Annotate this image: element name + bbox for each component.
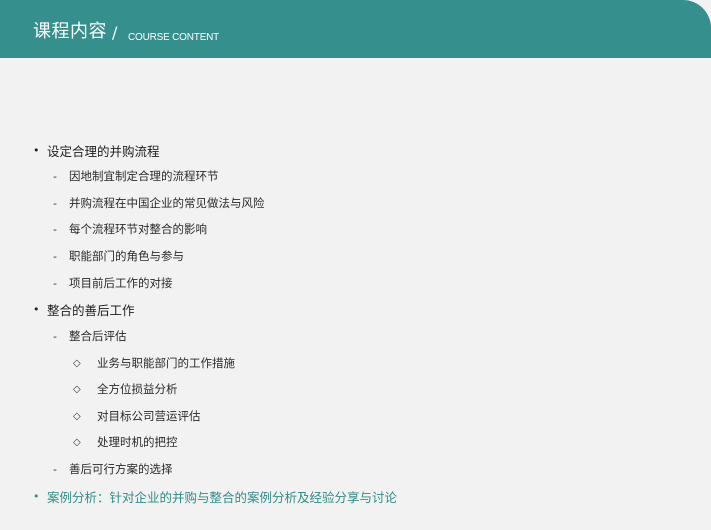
- outline-item-text: 处理时机的把控: [97, 435, 178, 449]
- outline-item-level1: • 整合的善后工作: [33, 300, 135, 319]
- outline-item-text: 整合后评估: [69, 329, 127, 343]
- slide: 课程内容 / COURSE CONTENT • 设定合理的并购流程 - 因地制宜…: [0, 0, 711, 530]
- bullet-marker: •: [33, 303, 40, 316]
- outline-item-level2: - 善后可行方案的选择: [53, 461, 173, 477]
- header-bar: 课程内容 / COURSE CONTENT: [0, 0, 711, 58]
- outline-item-level3: ◇ 处理时机的把控: [73, 434, 178, 450]
- dash-marker: -: [53, 249, 57, 263]
- outline-item-text: 项目前后工作的对接: [69, 276, 173, 290]
- bullet-marker: •: [33, 490, 40, 503]
- outline-item-level1-highlight: • 案例分析：针对企业的并购与整合的案例分析及经验分享与讨论: [33, 487, 397, 506]
- outline-item-level2: - 职能部门的角色与参与: [53, 248, 184, 264]
- outline-item-text: 每个流程环节对整合的影响: [69, 222, 207, 236]
- page-title: 课程内容: [33, 21, 107, 42]
- outline-item-text: 职能部门的角色与参与: [69, 249, 184, 263]
- outline-item-level2: - 并购流程在中国企业的常见做法与风险: [53, 195, 265, 211]
- outline-item-text: 全方位损益分析: [97, 382, 178, 396]
- bullet-marker: •: [33, 144, 40, 157]
- outline-item-text: 因地制宜制定合理的流程环节: [69, 169, 219, 183]
- outline-item-level2: - 因地制宜制定合理的流程环节: [53, 168, 219, 184]
- outline-item-level2: - 项目前后工作的对接: [53, 275, 173, 291]
- outline-item-level3: ◇ 全方位损益分析: [73, 381, 178, 397]
- dash-marker: -: [53, 196, 57, 210]
- diamond-marker: ◇: [73, 357, 81, 369]
- diamond-marker: ◇: [73, 410, 81, 422]
- outline-item-text: 案例分析：针对企业的并购与整合的案例分析及经验分享与讨论: [47, 490, 398, 505]
- outline-item-level2: - 整合后评估: [53, 328, 127, 344]
- outline-item-text: 善后可行方案的选择: [69, 462, 173, 476]
- outline-item-text: 对目标公司营运评估: [97, 409, 201, 423]
- dash-marker: -: [53, 329, 57, 343]
- title-separator: /: [112, 23, 118, 42]
- dash-marker: -: [53, 169, 57, 183]
- dash-marker: -: [53, 222, 57, 236]
- outline-item-text: 设定合理的并购流程: [47, 144, 160, 159]
- outline-item-level3: ◇ 对目标公司营运评估: [73, 408, 201, 424]
- page-subtitle: COURSE CONTENT: [128, 32, 220, 43]
- outline-item-level2: - 每个流程环节对整合的影响: [53, 221, 207, 237]
- diamond-marker: ◇: [73, 383, 81, 395]
- outline-item-level3: ◇ 业务与职能部门的工作措施: [73, 355, 235, 371]
- diamond-marker: ◇: [73, 436, 81, 448]
- outline-item-level1: • 设定合理的并购流程: [33, 141, 160, 160]
- outline-item-text: 并购流程在中国企业的常见做法与风险: [69, 196, 265, 210]
- outline-item-text: 业务与职能部门的工作措施: [97, 356, 235, 370]
- dash-marker: -: [53, 276, 57, 290]
- outline-item-text: 整合的善后工作: [47, 303, 135, 318]
- dash-marker: -: [53, 462, 57, 476]
